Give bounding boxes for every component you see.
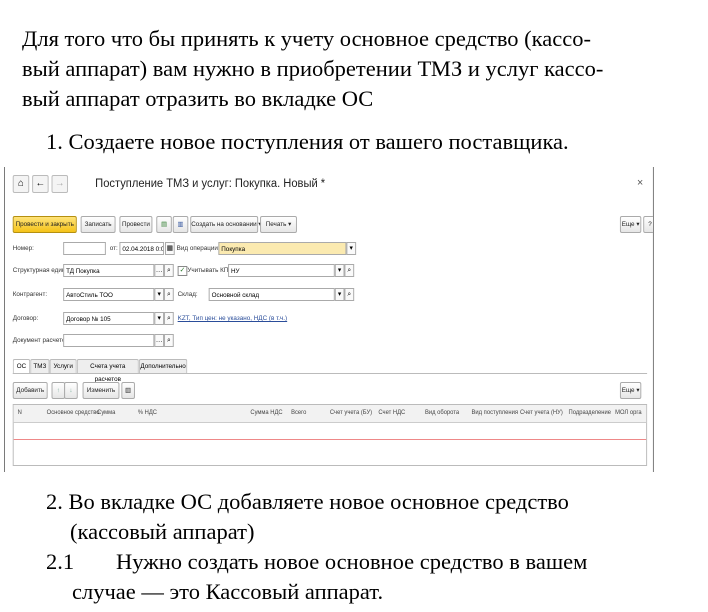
open-icon[interactable]: ⌕	[164, 264, 174, 277]
chevron-down-icon[interactable]: ▾	[334, 288, 345, 301]
column-header: Вид оборота	[424, 410, 460, 416]
step-text-continued: случае — это Кассовый аппарат.	[72, 579, 384, 604]
date-from-label: от:	[109, 245, 118, 252]
chevron-down-icon[interactable]: ▾	[154, 288, 165, 301]
kpn-checkbox[interactable]: ✓	[177, 266, 188, 276]
column-header: Сумма НДС	[250, 410, 283, 416]
number-field[interactable]	[63, 242, 106, 255]
contract-label: Договор:	[12, 315, 39, 322]
doc-field[interactable]	[63, 334, 155, 347]
add-button[interactable]: Добавить	[12, 382, 48, 399]
step-number: 1.	[46, 129, 63, 154]
embedded-screenshot: ⌂ ← → Поступление ТМЗ и услуг: Покупка. …	[4, 167, 654, 472]
forward-arrow-icon[interactable]: →	[51, 175, 69, 193]
open-icon[interactable]: ⌕	[344, 264, 355, 277]
tab-os[interactable]: ОС	[12, 359, 31, 373]
contractor-field[interactable]: АвтоСтиль ТОО	[63, 288, 155, 301]
date-field[interactable]: 02.04.2018 0:00:00	[119, 242, 165, 255]
step-number: 2.	[46, 489, 63, 514]
step-text: Нужно создать новое основное средство в …	[116, 549, 588, 574]
post-and-close-button[interactable]: Провести и закрыть	[12, 216, 77, 233]
column-header: Вид поступления	[471, 410, 519, 416]
open-icon[interactable]: ⌕	[344, 288, 355, 301]
contract-field[interactable]: Договор № 105	[63, 312, 155, 325]
step-2-1: 2.1 Нужно создать новое основное средство…	[46, 547, 686, 607]
tab-divider	[12, 373, 648, 374]
save-button[interactable]: Записать	[80, 216, 116, 233]
column-header: Сумма	[97, 410, 116, 416]
post-button[interactable]: Провести	[119, 216, 153, 233]
step-text: Во вкладке ОС добавляете новое основное …	[68, 489, 569, 514]
change-button[interactable]: Изменить	[82, 382, 120, 399]
step-number: 2.1	[46, 549, 75, 574]
close-icon[interactable]: ×	[637, 177, 643, 189]
tab-accounts[interactable]: Счета учета расчетов	[76, 359, 139, 383]
intro-paragraph: Для того что бы принять к учету основное…	[22, 24, 690, 114]
step-text: Создаете новое поступления от вашего пос…	[68, 129, 569, 154]
warehouse-label: Склад:	[177, 291, 198, 298]
warehouse-field[interactable]: Основной склад	[208, 288, 335, 301]
table-more-button[interactable]: Еще ▾	[619, 382, 642, 399]
intro-line: вый аппарат) вам нужно в приобретении ТМ…	[22, 56, 604, 81]
column-header: Основное средство	[46, 410, 100, 416]
column-header: МОЛ орга	[615, 410, 642, 416]
window-header: ⌂ ← → Поступление ТМЗ и услуг: Покупка. …	[5, 167, 653, 201]
step-2: 2. Во вкладке ОС добавляете новое основн…	[46, 487, 686, 547]
home-icon[interactable]: ⌂	[12, 175, 30, 193]
print-button[interactable]: Печать ▾	[260, 216, 297, 233]
create-based-on-button[interactable]: Создать на основании ▾	[190, 216, 262, 233]
tab-additional[interactable]: Дополнительно	[138, 359, 188, 373]
column-header: Подразделение	[568, 410, 611, 416]
row-separator	[13, 439, 647, 440]
chevron-down-icon[interactable]: ▾	[334, 264, 345, 277]
window-title: Поступление ТМЗ и услуг: Покупка. Новый …	[95, 178, 326, 190]
intro-line: Для того что бы принять к учету основное…	[22, 26, 591, 51]
tab-services[interactable]: Услуги	[49, 359, 77, 373]
operation-select[interactable]: Покупка	[218, 242, 347, 255]
doc-label: Документ расчетов:	[12, 337, 71, 344]
column-header: Счет учета (НУ)	[520, 410, 563, 416]
ledger-icon[interactable]: ▤	[156, 216, 172, 233]
table-header: N Основное средство Сумма % НДС Сумма НД…	[13, 405, 647, 423]
calendar-icon[interactable]: ▦	[165, 242, 175, 255]
report-icon[interactable]: ▥	[172, 216, 189, 233]
column-header: N	[17, 410, 22, 416]
open-icon[interactable]: ⌕	[164, 334, 174, 347]
operation-label: Вид операции:	[176, 245, 220, 252]
move-up-icon[interactable]: ↑	[51, 382, 66, 399]
tab-tmz[interactable]: ТМЗ	[30, 359, 50, 373]
back-arrow-icon[interactable]: ←	[32, 175, 49, 193]
ellipsis-icon[interactable]: …	[154, 334, 165, 347]
column-header: % НДС	[137, 410, 158, 416]
chevron-down-icon[interactable]: ▾	[154, 312, 165, 325]
os-table[interactable]: N Основное средство Сумма % НДС Сумма НД…	[12, 404, 648, 466]
help-button[interactable]: ?	[643, 216, 653, 233]
ellipsis-icon[interactable]: …	[154, 264, 165, 277]
unit-field[interactable]: ТД Покупка	[63, 264, 155, 277]
move-down-icon[interactable]: ↓	[64, 382, 78, 399]
column-header: Счет НДС	[378, 410, 406, 416]
chevron-down-icon[interactable]: ▾	[346, 242, 357, 255]
column-header: Всего	[291, 410, 307, 416]
intro-line: вый аппарат отразить во вкладке ОС	[22, 86, 374, 111]
number-label: Номер:	[12, 245, 34, 252]
contractor-label: Контрагент:	[12, 291, 48, 298]
more-button[interactable]: Еще ▾	[619, 216, 642, 233]
vat-settings-link[interactable]: KZT, Тип цен: не указано, НДС (в т.ч.)	[178, 315, 288, 322]
open-icon[interactable]: ⌕	[164, 312, 174, 325]
step-text-continued: (кассовый аппарат)	[70, 519, 255, 544]
column-header: Счет учета (БУ)	[329, 410, 373, 416]
open-icon[interactable]: ⌕	[164, 288, 174, 301]
step-1: 1. Создаете новое поступления от вашего …	[46, 127, 569, 157]
barcode-icon[interactable]: ▥	[121, 382, 135, 399]
kpn-field[interactable]: НУ	[228, 264, 335, 277]
